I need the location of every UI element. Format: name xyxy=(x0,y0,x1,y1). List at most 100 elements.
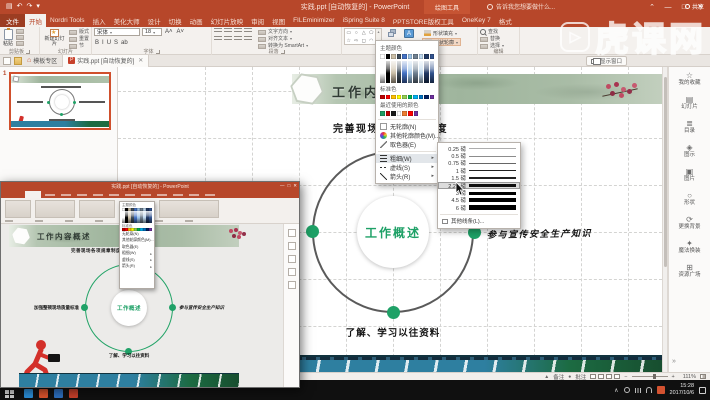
menu-item-dashes[interactable]: 虚线(S)▸ xyxy=(376,163,438,172)
color-swatch[interactable] xyxy=(386,54,391,59)
color-swatch[interactable] xyxy=(430,95,435,100)
shape-glyph[interactable]: ◻ xyxy=(360,37,368,45)
dialog-launcher[interactable] xyxy=(281,50,285,54)
font-effect-button[interactable]: I xyxy=(101,39,105,48)
tray-app-icon[interactable] xyxy=(657,386,665,394)
taskbar-app-icon[interactable] xyxy=(69,389,78,398)
sidebar-item[interactable]: ⊞ 资源广场 xyxy=(669,259,710,283)
font-size-combo[interactable]: 18▾ xyxy=(142,28,162,36)
ribbon-tab[interactable]: 插入 xyxy=(89,14,110,27)
notification-center-icon[interactable] xyxy=(699,387,706,394)
normal-view-icon[interactable] xyxy=(590,374,596,379)
zoom-slider[interactable] xyxy=(632,376,668,377)
color-swatch[interactable] xyxy=(408,54,413,59)
taskbar-app-icon[interactable] xyxy=(39,389,48,398)
sidebar-item[interactable]: ○ 形状 xyxy=(669,187,710,211)
menu-item-no-outline[interactable]: 无轮廓(N) xyxy=(376,122,438,131)
node-dot-bottom[interactable] xyxy=(387,306,400,319)
dialog-launcher[interactable] xyxy=(156,50,160,54)
shape-glyph[interactable]: △ xyxy=(360,29,368,37)
share-button[interactable]: 共享 xyxy=(685,1,704,12)
font-effect-button[interactable]: S xyxy=(113,39,119,48)
weight-option[interactable]: 6 磅 xyxy=(438,204,520,211)
color-swatch[interactable] xyxy=(419,95,424,100)
color-swatch[interactable] xyxy=(391,95,396,100)
shape-glyph[interactable]: ▭ xyxy=(345,29,353,37)
volume-icon[interactable] xyxy=(635,388,641,393)
tint-column[interactable] xyxy=(413,61,418,83)
network-icon[interactable] xyxy=(646,387,652,393)
justify-icon[interactable] xyxy=(244,36,252,42)
quick-access-button[interactable]: ↷ xyxy=(27,0,33,14)
find-button[interactable]: 查找 xyxy=(480,29,504,35)
slide-sorter-icon[interactable] xyxy=(598,374,604,379)
align-center-icon[interactable] xyxy=(224,36,232,42)
paste-button[interactable]: 粘贴 xyxy=(2,28,14,48)
tell-me-box[interactable]: 告诉我您想要做什么... xyxy=(487,1,555,12)
color-swatch[interactable] xyxy=(430,54,435,59)
indent-increase-icon[interactable] xyxy=(244,28,252,34)
title-bar[interactable]: ▤↶↷▾ 实践.ppt [自动恢复的] - PowerPoint 绘图工具 ⌃ … xyxy=(0,0,710,14)
reading-view-icon[interactable] xyxy=(606,374,612,379)
ribbon-tab[interactable]: 切换 xyxy=(165,14,186,27)
shape-fill-button[interactable]: 形状填充▾ xyxy=(422,29,461,37)
quick-access-button[interactable]: ▾ xyxy=(36,0,40,14)
shape-glyph[interactable]: ○ xyxy=(353,29,361,37)
text-direction-button[interactable]: 文字方向▾ xyxy=(258,29,308,35)
new-slide-button[interactable]: 新建幻灯片 xyxy=(42,28,67,48)
tab-current-document[interactable]: P 实践.ppt [自动恢复的] ✕ xyxy=(62,55,149,67)
ribbon-tab[interactable]: iSpring Suite 8 xyxy=(339,14,389,27)
slide-thumbnail[interactable] xyxy=(9,72,111,130)
ribbon-tab[interactable]: PPTSTORE版权工具 xyxy=(389,14,458,27)
taskbar-app-icon[interactable] xyxy=(24,389,33,398)
tint-column[interactable] xyxy=(402,61,407,83)
scrollbar-thumb[interactable] xyxy=(664,77,667,267)
ribbon-tab[interactable]: 美化大师 xyxy=(110,14,144,27)
zoom-knob[interactable] xyxy=(653,374,656,379)
tint-column[interactable] xyxy=(397,61,402,83)
ribbon-tab[interactable]: 幻灯片放映 xyxy=(207,14,248,27)
tint-column[interactable] xyxy=(408,61,413,83)
cut-icon[interactable] xyxy=(16,29,24,34)
ribbon-tab[interactable]: 文件 xyxy=(0,14,25,27)
color-swatch[interactable] xyxy=(408,95,413,100)
layout-button[interactable]: 版式 xyxy=(69,29,89,35)
sidebar-item[interactable]: ≣ 目录 xyxy=(669,115,710,139)
fit-to-window-icon[interactable] xyxy=(700,374,706,379)
color-swatch[interactable] xyxy=(397,95,402,100)
zoom-level[interactable]: 111% xyxy=(683,374,696,380)
color-swatch[interactable] xyxy=(424,54,429,59)
tint-column[interactable] xyxy=(391,61,396,83)
color-swatch[interactable] xyxy=(380,95,385,100)
new-file-icon[interactable] xyxy=(3,57,11,65)
color-swatch[interactable] xyxy=(391,54,396,59)
color-swatch[interactable] xyxy=(414,111,419,116)
ribbon-tab[interactable]: 审阅 xyxy=(247,14,268,27)
small-title-bar[interactable]: 实践.ppt [自动恢复的] - PowerPoint —□✕ xyxy=(1,182,299,191)
slideshow-icon[interactable] xyxy=(614,374,620,379)
color-swatch[interactable] xyxy=(424,95,429,100)
sidebar-item[interactable]: ☆ 我的收藏 xyxy=(669,67,710,91)
font-effect-button[interactable]: B xyxy=(94,39,100,48)
align-right-icon[interactable] xyxy=(234,36,242,42)
ribbon-tab[interactable]: 格式 xyxy=(495,14,516,27)
color-swatch[interactable] xyxy=(397,111,402,116)
bullets-icon[interactable] xyxy=(214,28,222,34)
tint-column[interactable] xyxy=(386,61,391,83)
menu-item-more-colors[interactable]: 其他轮廓颜色(M)... xyxy=(376,131,438,140)
color-swatch[interactable] xyxy=(413,95,418,100)
ribbon-tab[interactable]: FILEminimizer xyxy=(289,14,339,27)
reset-button[interactable]: 重置 xyxy=(69,36,89,42)
align-text-button[interactable]: 对齐文本▾ xyxy=(258,36,308,42)
grow-font-button[interactable]: A˄ xyxy=(164,28,174,37)
tint-column[interactable] xyxy=(424,61,429,83)
color-swatch[interactable] xyxy=(419,54,424,59)
taskbar-app-icon[interactable] xyxy=(54,389,63,398)
ribbon-tab[interactable]: 开始 xyxy=(25,14,46,27)
menu-item-eyedropper[interactable]: 取色器(E) xyxy=(376,140,438,149)
sidebar-item[interactable]: ▣ 图片 xyxy=(669,163,710,187)
shrink-font-button[interactable]: A˅ xyxy=(176,28,186,37)
color-swatch[interactable] xyxy=(397,54,402,59)
shape-glyph[interactable]: ☆ xyxy=(345,37,353,45)
slide-banner[interactable]: 工作内容概述 xyxy=(292,74,662,104)
